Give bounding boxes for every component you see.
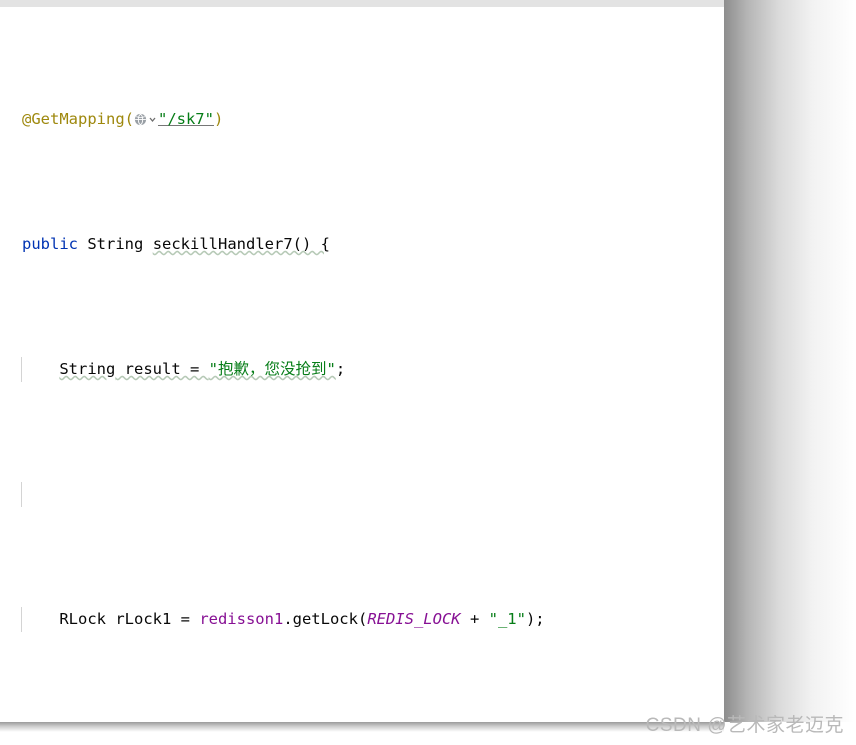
type-string: String bbox=[59, 360, 116, 378]
result-declaration: result = bbox=[115, 360, 209, 378]
indent-guide bbox=[21, 607, 22, 632]
string-literal: "抱歉，您没抢到" bbox=[208, 360, 336, 378]
string-literal: "_1" bbox=[488, 610, 526, 628]
return-type-string: String bbox=[87, 235, 144, 253]
annotation-getmapping: @GetMapping( bbox=[22, 110, 134, 128]
top-edge-strip bbox=[0, 0, 724, 7]
code-line: @GetMapping( "/sk7") bbox=[0, 107, 724, 132]
indent-guide bbox=[21, 357, 22, 382]
keyword-public: public bbox=[22, 235, 78, 253]
annotation-close-paren: ) bbox=[213, 110, 224, 128]
code-content[interactable]: @GetMapping( "/sk7") public String seckil… bbox=[0, 7, 724, 722]
redisson1-field: redisson1 bbox=[199, 610, 284, 628]
code-line: public String seckillHandler7() { bbox=[0, 232, 724, 257]
code-line: String result = "抱歉，您没抢到"; bbox=[0, 357, 724, 382]
rlock1-declaration: RLock rLock1 = bbox=[59, 610, 200, 628]
mapping-url-string: "/sk7" bbox=[157, 110, 214, 128]
panel-right-shadow bbox=[724, 0, 854, 722]
code-screenshot: @GetMapping( "/sk7") public String seckil… bbox=[0, 0, 856, 745]
code-line-blank bbox=[0, 482, 724, 507]
method-declaration: seckillHandler7() { bbox=[152, 235, 330, 253]
csdn-watermark: CSDN @艺术家老迈克 bbox=[645, 715, 844, 736]
panel-bottom-shadow bbox=[0, 722, 724, 732]
globe-icon[interactable] bbox=[134, 113, 147, 126]
indent-guide bbox=[21, 482, 22, 507]
chevron-down-icon[interactable] bbox=[148, 113, 157, 126]
code-line: RLock rLock1 = redisson1.getLock(REDIS_L… bbox=[0, 607, 724, 632]
redis-lock-constant: REDIS_LOCK bbox=[367, 610, 461, 628]
code-editor-panel[interactable]: @GetMapping( "/sk7") public String seckil… bbox=[0, 7, 724, 722]
